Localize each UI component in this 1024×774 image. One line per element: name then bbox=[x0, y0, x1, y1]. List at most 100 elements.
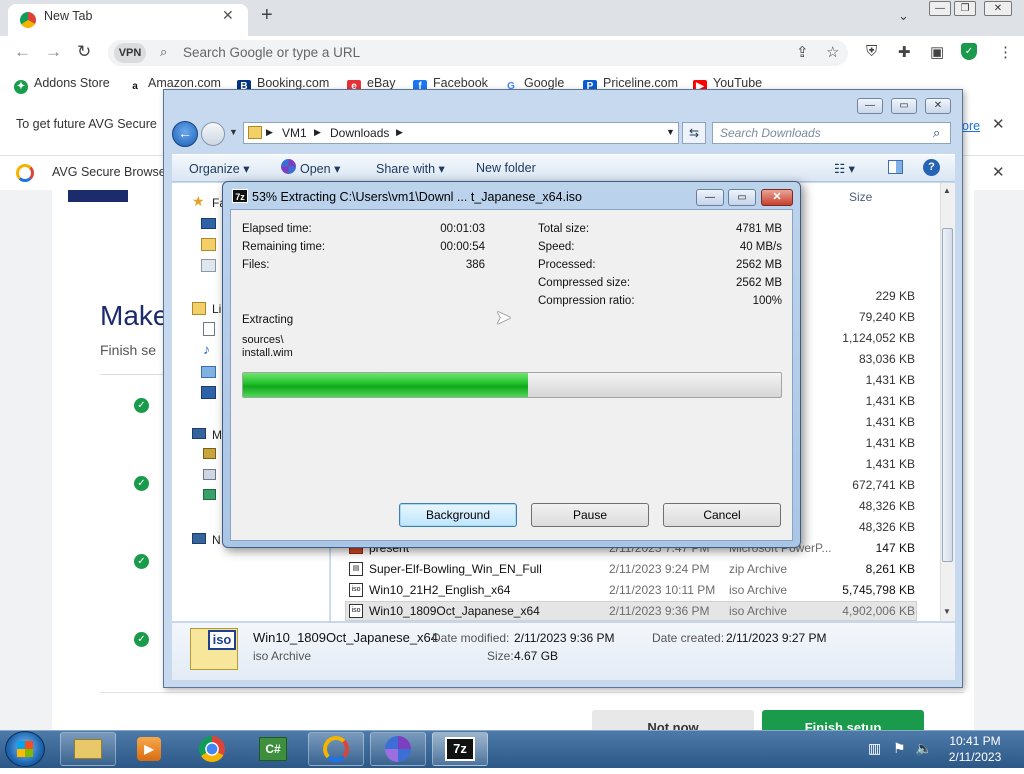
search-downloads-input[interactable]: Search Downloads ⌕ bbox=[712, 122, 951, 144]
back-icon[interactable]: ← bbox=[14, 42, 31, 62]
details-size-value: 4.67 GB bbox=[514, 649, 559, 663]
recent-places-icon[interactable] bbox=[201, 259, 216, 272]
file-type: zip Archive bbox=[729, 562, 788, 576]
view-options-icon[interactable]: ☷ ▾ bbox=[834, 161, 855, 176]
banner-link[interactable]: ore bbox=[962, 119, 980, 133]
pause-button[interactable]: Pause bbox=[531, 503, 649, 527]
refresh-button[interactable]: ⇆ bbox=[682, 122, 706, 144]
desktop-icon[interactable] bbox=[201, 218, 216, 229]
menu-icon[interactable]: ⋮ bbox=[998, 43, 1013, 61]
mouse-cursor-icon: ➤ bbox=[495, 307, 512, 329]
organize-menu[interactable]: Organize ▾ bbox=[189, 161, 249, 176]
open-menu[interactable]: Open ▾ bbox=[300, 161, 340, 176]
reload-icon[interactable]: ↻ bbox=[77, 42, 91, 62]
check-icon: ✓ bbox=[134, 632, 149, 647]
downloads-folder-icon[interactable] bbox=[201, 238, 216, 251]
address-bar[interactable]: ▶ VM1 ▶ Downloads ▶ ▼ bbox=[243, 122, 679, 144]
breadcrumb-vm1[interactable]: VM1 bbox=[282, 126, 307, 140]
file-date: 2/11/2023 9:24 PM bbox=[609, 562, 710, 576]
extensions-icon[interactable]: ✚ bbox=[898, 43, 911, 61]
volume-tray-icon[interactable]: 🔈 bbox=[915, 740, 932, 757]
preview-pane-icon[interactable] bbox=[888, 160, 903, 174]
scroll-up-icon[interactable]: ▲ bbox=[943, 186, 951, 195]
banner2-close-icon[interactable]: ✕ bbox=[992, 163, 1005, 181]
size-column-header[interactable]: Size bbox=[849, 190, 872, 204]
file-row[interactable]: ▤ Super-Elf-Bowling_Win_EN_Full 2/11/202… bbox=[345, 559, 917, 579]
videos-icon[interactable] bbox=[201, 386, 216, 399]
check-icon: ✓ bbox=[134, 554, 149, 569]
network-drive-icon[interactable] bbox=[203, 489, 216, 500]
taskbar-csharp[interactable]: C# bbox=[245, 732, 301, 766]
nav-computer[interactable]: M bbox=[212, 428, 222, 442]
flag-tray-icon[interactable]: ⚑ bbox=[893, 740, 906, 757]
close-window-button[interactable]: ✕ bbox=[984, 1, 1012, 16]
bookmark-star-icon[interactable]: ☆ bbox=[826, 43, 839, 61]
help-icon[interactable]: ? bbox=[923, 159, 940, 176]
explorer-minimize-button[interactable]: — bbox=[857, 98, 883, 114]
network-tray-icon[interactable]: ▥ bbox=[868, 740, 881, 757]
taskbar-7zip[interactable]: 7z bbox=[432, 732, 488, 766]
file-size: 1,431 KB bbox=[865, 436, 915, 450]
avg-check-shield-icon[interactable]: ✓ bbox=[961, 43, 977, 60]
start-button[interactable] bbox=[5, 731, 45, 767]
drive-icon[interactable] bbox=[203, 469, 216, 480]
file-row[interactable]: iso Win10_21H2_English_x64 2/11/2023 10:… bbox=[345, 580, 917, 600]
banner-close-icon[interactable]: ✕ bbox=[992, 115, 1005, 133]
forward-icon[interactable]: → bbox=[45, 42, 62, 62]
taskbar-media-player[interactable]: ▶ bbox=[121, 732, 177, 766]
back-arrow-icon[interactable]: ← bbox=[172, 121, 198, 147]
explorer-close-button[interactable]: ✕ bbox=[925, 98, 951, 114]
search-icon[interactable]: ⌕ bbox=[933, 125, 940, 141]
dialog-minimize-button[interactable]: — bbox=[696, 189, 724, 206]
file-size: 672,741 KB bbox=[852, 478, 915, 492]
avg-shield-icon[interactable]: ⛨ bbox=[866, 43, 877, 60]
clock-date[interactable]: 2/11/2023 bbox=[940, 750, 1010, 764]
forward-arrow-icon[interactable] bbox=[201, 122, 225, 146]
tab-search-icon[interactable]: ⌄ bbox=[898, 8, 909, 24]
new-folder-button[interactable]: New folder bbox=[476, 161, 536, 175]
pictures-icon[interactable] bbox=[201, 366, 216, 378]
dialog-close-button[interactable]: ✕ bbox=[761, 189, 793, 206]
file-row-selected[interactable]: iso Win10_1809Oct_Japanese_x64 2/11/2023… bbox=[345, 601, 917, 621]
bookmark-addons-store[interactable]: ✦ Addons Store bbox=[14, 76, 110, 94]
minimize-button[interactable]: — bbox=[929, 1, 951, 16]
details-size-label: Size: bbox=[487, 649, 514, 663]
tab-title: New Tab bbox=[44, 9, 93, 23]
taskbar-explorer[interactable] bbox=[60, 732, 116, 766]
nav-network[interactable]: N bbox=[212, 533, 221, 547]
restore-button[interactable]: ❐ bbox=[954, 1, 976, 16]
clock-time[interactable]: 10:41 PM bbox=[940, 734, 1010, 748]
taskbar-app[interactable] bbox=[370, 732, 426, 766]
dialog-maximize-button[interactable]: ▭ bbox=[728, 189, 756, 206]
network-icon[interactable] bbox=[192, 533, 206, 544]
drive-icon[interactable] bbox=[203, 448, 216, 459]
vpn-badge[interactable]: VPN bbox=[114, 43, 146, 63]
address-dropdown-icon[interactable]: ▼ bbox=[666, 127, 675, 137]
history-dropdown-icon[interactable]: ▼ bbox=[229, 127, 238, 137]
tab-close-icon[interactable]: ✕ bbox=[222, 7, 234, 24]
nav-libraries[interactable]: Li bbox=[212, 302, 221, 316]
computer-icon[interactable] bbox=[192, 428, 206, 439]
music-icon[interactable]: ♪ bbox=[203, 341, 210, 357]
share-icon[interactable]: ⇪ bbox=[796, 43, 809, 61]
breadcrumb-sep-icon: ▶ bbox=[314, 127, 321, 137]
sidepanel-icon[interactable]: ▣ bbox=[930, 43, 944, 61]
csharp-icon: C# bbox=[259, 737, 287, 761]
taskbar-chrome[interactable] bbox=[184, 732, 240, 766]
background-button[interactable]: Background bbox=[399, 503, 517, 527]
file-size: 1,431 KB bbox=[865, 394, 915, 408]
libraries-icon[interactable] bbox=[192, 302, 206, 315]
bookmark-label: YouTube bbox=[713, 76, 763, 90]
breadcrumb-downloads[interactable]: Downloads bbox=[330, 126, 389, 140]
cancel-button[interactable]: Cancel bbox=[663, 503, 781, 527]
share-with-menu[interactable]: Share with ▾ bbox=[376, 161, 445, 176]
documents-icon[interactable] bbox=[203, 322, 215, 336]
new-tab-button[interactable]: + bbox=[261, 4, 273, 27]
file-date: 2/11/2023 10:11 PM bbox=[609, 583, 716, 597]
iso-file-icon: iso bbox=[349, 583, 363, 597]
scroll-down-icon[interactable]: ▼ bbox=[943, 607, 951, 616]
scrollbar-thumb[interactable] bbox=[942, 228, 953, 562]
favorites-star-icon[interactable]: ★ bbox=[192, 193, 205, 210]
taskbar-avg-browser[interactable] bbox=[308, 732, 364, 766]
explorer-maximize-button[interactable]: ▭ bbox=[891, 98, 917, 114]
